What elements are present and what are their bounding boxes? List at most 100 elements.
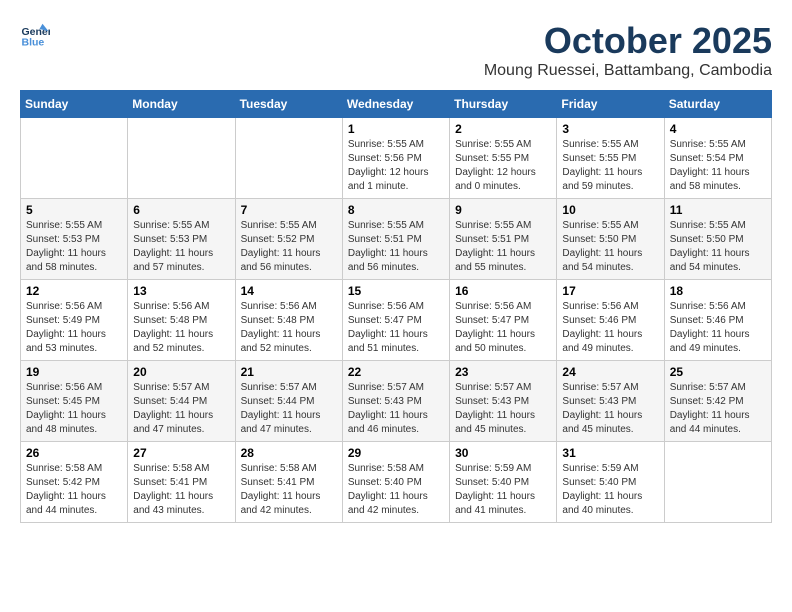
day-number: 2: [455, 122, 551, 136]
logo-icon: General Blue: [20, 20, 50, 50]
week-row-3: 12 Sunrise: 5:56 AM Sunset: 5:49 PM Dayli…: [21, 280, 772, 361]
day-info: Sunrise: 5:56 AM Sunset: 5:48 PM Dayligh…: [241, 300, 337, 356]
calendar-cell: 18 Sunrise: 5:56 AM Sunset: 5:46 PM Dayli…: [664, 280, 771, 361]
day-number: 28: [241, 446, 337, 460]
day-number: 10: [562, 203, 658, 217]
day-info: Sunrise: 5:57 AM Sunset: 5:44 PM Dayligh…: [133, 381, 229, 437]
day-info: Sunrise: 5:57 AM Sunset: 5:43 PM Dayligh…: [455, 381, 551, 437]
calendar-cell: 23 Sunrise: 5:57 AM Sunset: 5:43 PM Dayli…: [450, 361, 557, 442]
day-info: Sunrise: 5:55 AM Sunset: 5:50 PM Dayligh…: [670, 219, 766, 275]
weekday-header-thursday: Thursday: [450, 91, 557, 118]
day-info: Sunrise: 5:55 AM Sunset: 5:51 PM Dayligh…: [455, 219, 551, 275]
weekday-header-row: SundayMondayTuesdayWednesdayThursdayFrid…: [21, 91, 772, 118]
day-info: Sunrise: 5:58 AM Sunset: 5:41 PM Dayligh…: [241, 462, 337, 518]
calendar-cell: 5 Sunrise: 5:55 AM Sunset: 5:53 PM Daylig…: [21, 199, 128, 280]
day-number: 25: [670, 365, 766, 379]
day-number: 22: [348, 365, 444, 379]
weekday-header-tuesday: Tuesday: [235, 91, 342, 118]
calendar-cell: [128, 118, 235, 199]
calendar-cell: 11 Sunrise: 5:55 AM Sunset: 5:50 PM Dayli…: [664, 199, 771, 280]
month-title: October 2025: [484, 20, 772, 62]
day-info: Sunrise: 5:59 AM Sunset: 5:40 PM Dayligh…: [562, 462, 658, 518]
day-info: Sunrise: 5:55 AM Sunset: 5:56 PM Dayligh…: [348, 138, 444, 194]
logo: General Blue: [20, 20, 50, 50]
calendar-cell: 31 Sunrise: 5:59 AM Sunset: 5:40 PM Dayli…: [557, 442, 664, 523]
calendar-cell: [21, 118, 128, 199]
calendar-cell: 16 Sunrise: 5:56 AM Sunset: 5:47 PM Dayli…: [450, 280, 557, 361]
calendar-cell: 3 Sunrise: 5:55 AM Sunset: 5:55 PM Daylig…: [557, 118, 664, 199]
day-number: 23: [455, 365, 551, 379]
day-number: 15: [348, 284, 444, 298]
calendar-cell: 10 Sunrise: 5:55 AM Sunset: 5:50 PM Dayli…: [557, 199, 664, 280]
day-info: Sunrise: 5:56 AM Sunset: 5:49 PM Dayligh…: [26, 300, 122, 356]
day-number: 1: [348, 122, 444, 136]
calendar-cell: 29 Sunrise: 5:58 AM Sunset: 5:40 PM Dayli…: [342, 442, 449, 523]
calendar-cell: 22 Sunrise: 5:57 AM Sunset: 5:43 PM Dayli…: [342, 361, 449, 442]
day-number: 29: [348, 446, 444, 460]
day-number: 12: [26, 284, 122, 298]
weekday-header-sunday: Sunday: [21, 91, 128, 118]
weekday-header-wednesday: Wednesday: [342, 91, 449, 118]
calendar-cell: 30 Sunrise: 5:59 AM Sunset: 5:40 PM Dayli…: [450, 442, 557, 523]
calendar-cell: [664, 442, 771, 523]
svg-text:Blue: Blue: [22, 37, 45, 49]
weekday-header-saturday: Saturday: [664, 91, 771, 118]
day-number: 19: [26, 365, 122, 379]
day-number: 4: [670, 122, 766, 136]
calendar-cell: 14 Sunrise: 5:56 AM Sunset: 5:48 PM Dayli…: [235, 280, 342, 361]
calendar-cell: 15 Sunrise: 5:56 AM Sunset: 5:47 PM Dayli…: [342, 280, 449, 361]
day-info: Sunrise: 5:57 AM Sunset: 5:43 PM Dayligh…: [562, 381, 658, 437]
day-number: 13: [133, 284, 229, 298]
weekday-header-friday: Friday: [557, 91, 664, 118]
day-info: Sunrise: 5:55 AM Sunset: 5:53 PM Dayligh…: [26, 219, 122, 275]
day-info: Sunrise: 5:55 AM Sunset: 5:55 PM Dayligh…: [455, 138, 551, 194]
day-info: Sunrise: 5:55 AM Sunset: 5:53 PM Dayligh…: [133, 219, 229, 275]
day-info: Sunrise: 5:58 AM Sunset: 5:41 PM Dayligh…: [133, 462, 229, 518]
calendar-cell: 28 Sunrise: 5:58 AM Sunset: 5:41 PM Dayli…: [235, 442, 342, 523]
day-number: 3: [562, 122, 658, 136]
calendar-cell: 9 Sunrise: 5:55 AM Sunset: 5:51 PM Daylig…: [450, 199, 557, 280]
day-info: Sunrise: 5:56 AM Sunset: 5:47 PM Dayligh…: [348, 300, 444, 356]
weekday-header-monday: Monday: [128, 91, 235, 118]
calendar-cell: 1 Sunrise: 5:55 AM Sunset: 5:56 PM Daylig…: [342, 118, 449, 199]
day-info: Sunrise: 5:57 AM Sunset: 5:42 PM Dayligh…: [670, 381, 766, 437]
day-info: Sunrise: 5:56 AM Sunset: 5:47 PM Dayligh…: [455, 300, 551, 356]
day-info: Sunrise: 5:56 AM Sunset: 5:46 PM Dayligh…: [562, 300, 658, 356]
calendar-cell: [235, 118, 342, 199]
day-number: 18: [670, 284, 766, 298]
day-number: 6: [133, 203, 229, 217]
calendar-cell: 13Sunrise: 5:56 AM Sunset: 5:48 PM Dayli…: [128, 280, 235, 361]
calendar-cell: 25 Sunrise: 5:57 AM Sunset: 5:42 PM Dayli…: [664, 361, 771, 442]
day-info: Sunrise: 5:59 AM Sunset: 5:40 PM Dayligh…: [455, 462, 551, 518]
day-number: 14: [241, 284, 337, 298]
calendar-cell: 7 Sunrise: 5:55 AM Sunset: 5:52 PM Daylig…: [235, 199, 342, 280]
week-row-2: 5 Sunrise: 5:55 AM Sunset: 5:53 PM Daylig…: [21, 199, 772, 280]
day-info: Sunrise: 5:55 AM Sunset: 5:54 PM Dayligh…: [670, 138, 766, 194]
day-number: 31: [562, 446, 658, 460]
day-number: 7: [241, 203, 337, 217]
day-info: Sunrise: 5:58 AM Sunset: 5:40 PM Dayligh…: [348, 462, 444, 518]
day-number: 16: [455, 284, 551, 298]
calendar-cell: 27Sunrise: 5:58 AM Sunset: 5:41 PM Dayli…: [128, 442, 235, 523]
day-info: Sunrise: 5:56 AM Sunset: 5:46 PM Dayligh…: [670, 300, 766, 356]
calendar-table: SundayMondayTuesdayWednesdayThursdayFrid…: [20, 90, 772, 523]
calendar-cell: 19Sunrise: 5:56 AM Sunset: 5:45 PM Dayli…: [21, 361, 128, 442]
calendar-cell: 12 Sunrise: 5:56 AM Sunset: 5:49 PM Dayli…: [21, 280, 128, 361]
day-info: Sunrise: 5:55 AM Sunset: 5:55 PM Dayligh…: [562, 138, 658, 194]
day-number: 9: [455, 203, 551, 217]
week-row-1: 1 Sunrise: 5:55 AM Sunset: 5:56 PM Daylig…: [21, 118, 772, 199]
calendar-cell: 4 Sunrise: 5:55 AM Sunset: 5:54 PM Daylig…: [664, 118, 771, 199]
day-info: Sunrise: 5:55 AM Sunset: 5:50 PM Dayligh…: [562, 219, 658, 275]
day-info: Sunrise: 5:55 AM Sunset: 5:52 PM Dayligh…: [241, 219, 337, 275]
title-area: October 2025 Moung Ruessei, Battambang, …: [484, 20, 772, 80]
week-row-5: 26Sunrise: 5:58 AM Sunset: 5:42 PM Dayli…: [21, 442, 772, 523]
day-number: 5: [26, 203, 122, 217]
day-number: 30: [455, 446, 551, 460]
day-info: Sunrise: 5:57 AM Sunset: 5:43 PM Dayligh…: [348, 381, 444, 437]
day-info: Sunrise: 5:57 AM Sunset: 5:44 PM Dayligh…: [241, 381, 337, 437]
day-info: Sunrise: 5:55 AM Sunset: 5:51 PM Dayligh…: [348, 219, 444, 275]
location-title: Moung Ruessei, Battambang, Cambodia: [484, 62, 772, 80]
day-number: 24: [562, 365, 658, 379]
calendar-cell: 6 Sunrise: 5:55 AM Sunset: 5:53 PM Daylig…: [128, 199, 235, 280]
day-number: 11: [670, 203, 766, 217]
